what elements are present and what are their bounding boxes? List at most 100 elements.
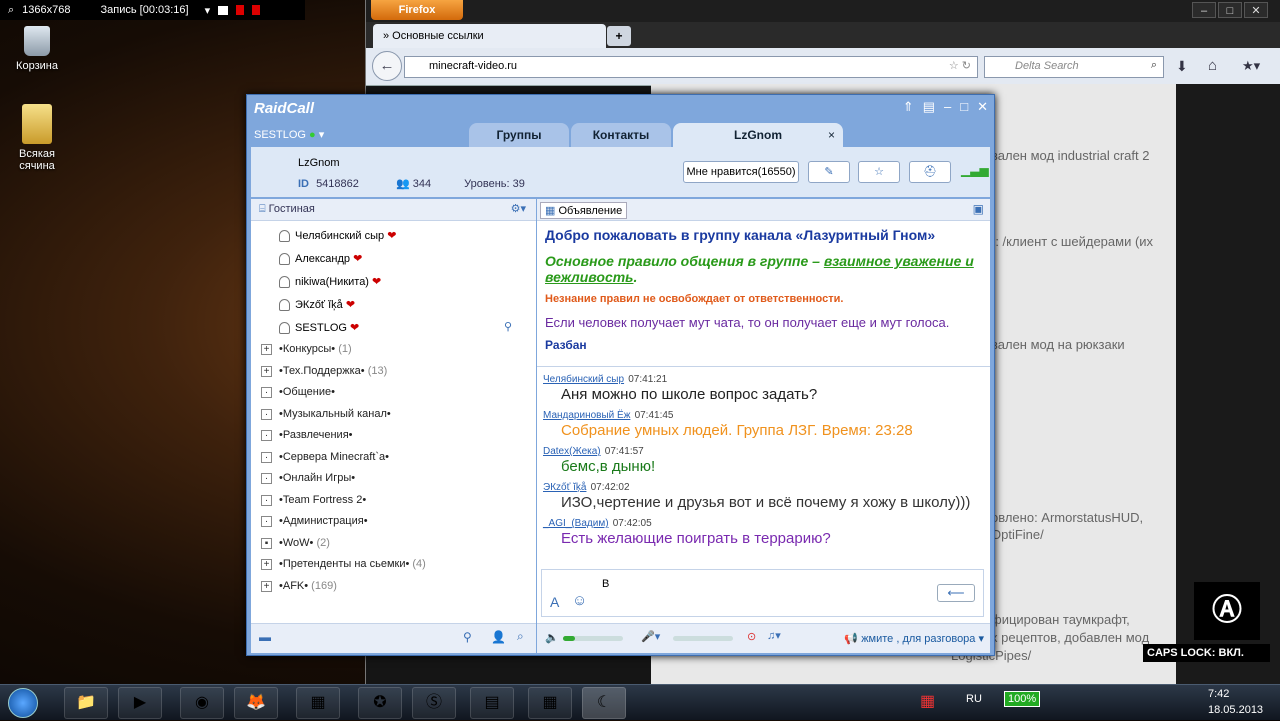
calendar-icon[interactable]: ▣: [973, 202, 984, 216]
tray-app-icon[interactable]: ▦: [920, 691, 935, 711]
expand-icon[interactable]: +: [261, 559, 272, 570]
back-button[interactable]: ←: [372, 51, 402, 81]
collapse-icon[interactable]: ▬: [259, 630, 271, 644]
record-pause-icon[interactable]: [252, 5, 261, 15]
current-user[interactable]: SESTLOG ● ▾: [254, 128, 324, 141]
speaker-icon[interactable]: 🔈: [545, 631, 559, 644]
minimize-button[interactable]: –: [944, 99, 951, 115]
chat-text: Аня можно по школе вопрос задать?: [561, 386, 818, 403]
firefox-menu-button[interactable]: Firefox: [371, 0, 463, 20]
font-icon[interactable]: A: [550, 594, 559, 610]
tab-groups[interactable]: Группы: [469, 123, 569, 147]
list-item-channel[interactable]: · •Музыкальный канал•: [251, 405, 536, 427]
send-button[interactable]: ⟵: [937, 584, 975, 602]
recorder-resolution: 1366x768: [22, 4, 71, 16]
chat-author[interactable]: _AGI_(Вадим): [543, 518, 609, 529]
close-tab-icon[interactable]: ×: [828, 123, 835, 147]
emoji-icon[interactable]: ☺: [572, 592, 587, 609]
maximize-button[interactable]: □: [1218, 2, 1242, 18]
close-button[interactable]: ✕: [977, 99, 988, 115]
record-icon[interactable]: ⊙: [747, 630, 756, 643]
list-item-member[interactable]: ЭКzőť ĭķå ❤: [251, 294, 536, 317]
list-item-member[interactable]: nikiwa(Никита) ❤: [251, 271, 536, 294]
desktop-icon-label: Корзина: [16, 60, 58, 72]
share-button[interactable]: ⛑: [909, 161, 951, 183]
maximize-button[interactable]: □: [960, 99, 968, 115]
list-item-channel[interactable]: · •Сервера Minecraft`a•: [251, 448, 536, 470]
location-icon[interactable]: ⚲: [463, 630, 472, 644]
message-input[interactable]: В A ☺ ⟵: [541, 569, 984, 617]
expand-icon[interactable]: +: [261, 344, 272, 355]
tab-lzgnom[interactable]: LzGnom ×: [673, 123, 843, 147]
speaker-volume-slider[interactable]: [563, 636, 623, 641]
announcement-label: Объявление: [558, 205, 623, 217]
like-button[interactable]: Мне нравится(16550): [683, 161, 799, 183]
chat-author[interactable]: Datex(Жека): [543, 446, 601, 457]
expand-icon[interactable]: ·: [261, 408, 272, 420]
url-bar[interactable]: minecraft-video.ru ☆ ↻: [404, 56, 978, 78]
channel-count: (1): [338, 343, 352, 355]
list-item-member[interactable]: Александр ❤: [251, 248, 536, 271]
list-item-member[interactable]: SESTLOG ❤ ⚲: [251, 317, 536, 340]
heart-icon: ❤: [387, 230, 397, 242]
voice-mode-dropdown[interactable]: 📢 жмите , для разговора ▾: [844, 632, 984, 645]
expand-icon[interactable]: +: [261, 365, 272, 377]
expand-icon[interactable]: ·: [261, 473, 272, 484]
chat-author[interactable]: ЭКzőť ĭķå: [543, 482, 586, 493]
download-icon[interactable]: ⬇: [1176, 58, 1188, 75]
announcement-button[interactable]: ▦ Объявление: [540, 202, 628, 219]
camera-icon[interactable]: [218, 5, 229, 15]
minimize-button[interactable]: –: [1192, 2, 1216, 18]
list-item-channel[interactable]: + •AFK• (169): [251, 577, 536, 599]
list-item-channel[interactable]: ▪ •WoW• (2): [251, 534, 536, 556]
clock-time[interactable]: 7:42: [1208, 688, 1229, 700]
list-item-channel[interactable]: · •Онлайн Игры•: [251, 469, 536, 491]
battery-indicator[interactable]: 100%: [1004, 691, 1041, 707]
list-item-channel[interactable]: · •Общение•: [251, 383, 536, 405]
desktop-icon-folder[interactable]: Всякая сячина: [0, 104, 74, 172]
list-item-channel[interactable]: + •Тех.Поддержка• (13): [251, 362, 536, 384]
microphone-icon[interactable]: 🎤▾: [641, 630, 660, 643]
list-item-channel[interactable]: · •Администрация•: [251, 512, 536, 534]
search-field[interactable]: Delta Search ⌕: [984, 56, 1164, 78]
music-icon[interactable]: ♫▾: [767, 629, 781, 642]
expand-icon[interactable]: ·: [261, 430, 272, 441]
reload-icon[interactable]: ☆ ↻: [949, 59, 971, 72]
expand-icon[interactable]: ▪: [261, 537, 272, 549]
clock-date[interactable]: 18.05.2013: [1208, 704, 1263, 716]
recorder-bar: ⌕ 1366x768 Запись [00:03:16] ▾: [0, 0, 305, 20]
home-icon[interactable]: ⌂: [1208, 57, 1217, 74]
expand-icon[interactable]: ·: [261, 494, 272, 506]
close-button[interactable]: ✕: [1244, 2, 1268, 18]
expand-icon[interactable]: ·: [261, 387, 272, 398]
edit-card-button[interactable]: ✎: [808, 161, 850, 183]
expand-icon[interactable]: +: [261, 580, 272, 592]
new-tab-button[interactable]: +: [607, 26, 631, 46]
expand-icon[interactable]: ·: [261, 451, 272, 463]
channel-settings-icon[interactable]: ⚙▾: [511, 202, 526, 215]
mic-volume-slider[interactable]: [673, 636, 733, 641]
favorite-button[interactable]: ☆: [858, 161, 900, 183]
search-icon[interactable]: ⌕: [517, 629, 524, 644]
list-item-member[interactable]: Челябинский сыр ❤: [251, 225, 536, 248]
location-icon[interactable]: ⚲: [504, 320, 512, 333]
chat-author[interactable]: Мандариновый Ёж: [543, 410, 630, 421]
list-item-channel[interactable]: + •Претенденты на сьемки• (4): [251, 555, 536, 577]
tab-contacts[interactable]: Контакты: [571, 123, 671, 147]
user-icon[interactable]: 👤: [491, 630, 506, 644]
list-item-channel[interactable]: · •Team Fortress 2•: [251, 491, 536, 513]
lobby-title[interactable]: Гостиная: [269, 203, 315, 215]
desktop-icon-recycle-bin[interactable]: Корзина: [0, 20, 74, 72]
expand-icon[interactable]: ·: [261, 516, 272, 527]
list-item-channel[interactable]: + •Конкурсы• (1): [251, 340, 536, 362]
bookmarks-icon[interactable]: ★▾: [1242, 58, 1260, 74]
dropdown-icon[interactable]: ▾: [205, 4, 211, 17]
record-stop-icon[interactable]: [236, 5, 245, 15]
language-indicator[interactable]: RU: [966, 693, 982, 705]
search-icon[interactable]: ⌕: [1151, 59, 1157, 72]
browser-tab[interactable]: » Основные ссылки: [373, 24, 606, 48]
chat-author[interactable]: Челябинский сыр: [543, 374, 624, 385]
settings-icon[interactable]: ▤: [923, 99, 935, 115]
list-item-channel[interactable]: · •Развлечения•: [251, 426, 536, 448]
pin-icon[interactable]: ⇑: [903, 99, 914, 115]
